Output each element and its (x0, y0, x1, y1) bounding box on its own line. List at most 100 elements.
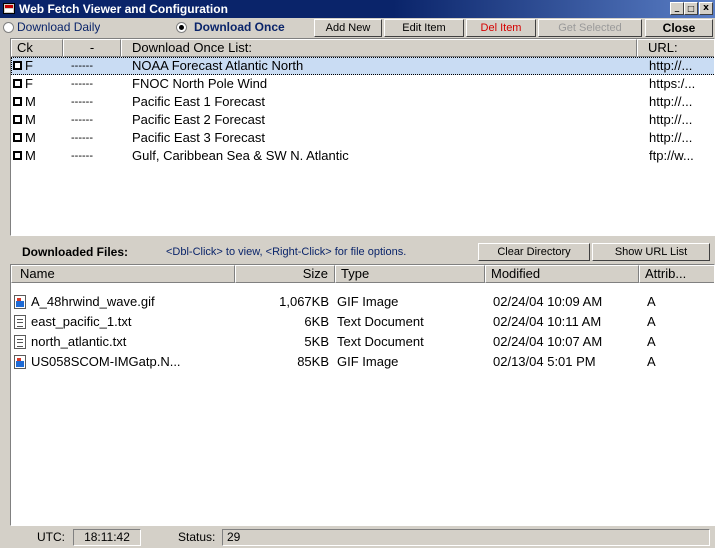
list-item-dash: ------ (71, 114, 93, 126)
col-header-url[interactable]: URL: (637, 39, 714, 57)
table-row[interactable]: A_48hrwind_wave.gif 1,067KB GIF Image 02/24… (11, 293, 714, 311)
status-label: Status: (178, 530, 216, 544)
app-icon (3, 3, 15, 14)
list-item-dash: ------ (71, 96, 93, 108)
utc-label: UTC: (37, 530, 65, 544)
file-size: 1,067KB (279, 294, 329, 309)
file-type: GIF Image (337, 354, 399, 369)
col-header-dash[interactable]: - (63, 39, 121, 57)
del-item-button[interactable]: Del Item (466, 19, 536, 37)
clear-directory-button[interactable]: Clear Directory (478, 243, 590, 261)
file-type: GIF Image (337, 294, 399, 309)
list-item[interactable]: M ------ Pacific East 3 Forecast http://... (11, 129, 714, 147)
gif-image-icon (14, 355, 26, 369)
downloaded-files-label: Downloaded Files: (22, 245, 129, 259)
list-item-name: Pacific East 3 Forecast (132, 130, 265, 145)
main-window: Web Fetch Viewer and Configuration _ □ x… (0, 0, 715, 548)
show-url-list-button[interactable]: Show URL List (592, 243, 710, 261)
col-header-attrib[interactable]: Attrib... (639, 265, 714, 283)
list-item-name: Pacific East 1 Forecast (132, 94, 265, 109)
file-size: 85KB (297, 354, 329, 369)
list-item-name: Pacific East 2 Forecast (132, 112, 265, 127)
list-item-name: Gulf, Caribbean Sea & SW N. Atlantic (132, 148, 349, 163)
list-item-url: http://... (649, 58, 693, 73)
list-item-url: http://... (649, 112, 693, 127)
add-new-button[interactable]: Add New (314, 19, 382, 37)
list-item[interactable]: M ------ Pacific East 1 Forecast http://... (11, 93, 714, 111)
edit-item-button[interactable]: Edit Item (384, 19, 464, 37)
checkbox[interactable] (13, 115, 22, 124)
download-once-list[interactable]: Ck - Download Once List: URL: F ------ NOA… (10, 38, 715, 236)
file-modified: 02/13/04 5:01 PM (493, 354, 596, 369)
file-attrib: A (647, 334, 656, 349)
download-daily-radio[interactable] (3, 22, 14, 33)
file-name: A_48hrwind_wave.gif (31, 294, 155, 309)
table-row[interactable]: US058SCOM-IMGatp.N... 85KB GIF Image 02/13/… (11, 353, 714, 371)
file-attrib: A (647, 294, 656, 309)
list-item-url: ftp://w... (649, 148, 694, 163)
file-type: Text Document (337, 314, 424, 329)
gif-image-icon (14, 295, 26, 309)
list-item-ck: F (25, 58, 33, 73)
file-size: 6KB (304, 314, 329, 329)
col-header-size[interactable]: Size (235, 265, 335, 283)
list-item-dash: ------ (71, 132, 93, 144)
table-row[interactable]: east_pacific_1.txt 6KB Text Document 02/24/… (11, 313, 714, 331)
close-window-button[interactable]: x (699, 2, 713, 15)
get-selected-button[interactable]: Get Selected (538, 19, 642, 37)
status-bar: UTC: 18:11:42 Status: 29 (0, 526, 715, 548)
downloaded-files-list[interactable]: Name Size Type Modified Attrib... A_48hr… (10, 264, 715, 526)
list-item-ck: F (25, 76, 33, 91)
list-item-dash: ------ (71, 78, 93, 90)
text-document-icon (14, 315, 26, 329)
list-item-url: http://... (649, 130, 693, 145)
file-attrib: A (647, 354, 656, 369)
list-item-ck: M (25, 148, 36, 163)
file-modified: 02/24/04 10:07 AM (493, 334, 603, 349)
list-item-url: http://... (649, 94, 693, 109)
status-value: 29 (222, 529, 710, 546)
file-attrib: A (647, 314, 656, 329)
list-item[interactable]: F ------ NOAA Forecast Atlantic North http:… (11, 57, 714, 75)
title-bar[interactable]: Web Fetch Viewer and Configuration _ □ x (0, 0, 715, 18)
checkbox[interactable] (13, 151, 22, 160)
window-title: Web Fetch Viewer and Configuration (19, 2, 228, 16)
list-item-dash: ------ (71, 150, 93, 162)
checkbox[interactable] (13, 79, 22, 88)
file-name: east_pacific_1.txt (31, 314, 132, 329)
list-item-name: NOAA Forecast Atlantic North (132, 58, 304, 73)
download-once-label[interactable]: Download Once (194, 19, 285, 36)
checkbox[interactable] (13, 61, 22, 70)
col-header-ck[interactable]: Ck (11, 39, 63, 57)
table-row[interactable]: north_atlantic.txt 5KB Text Document 02/24/… (11, 333, 714, 351)
download-once-radio[interactable] (176, 22, 187, 33)
file-modified: 02/24/04 10:09 AM (493, 294, 603, 309)
list-item[interactable]: F ------ FNOC North Pole Wind https:/... (11, 75, 714, 93)
col-header-file-name[interactable]: Name (11, 265, 235, 283)
close-button[interactable]: Close (645, 19, 713, 37)
minimize-button[interactable]: _ (670, 2, 684, 15)
checkbox[interactable] (13, 97, 22, 106)
file-name: north_atlantic.txt (31, 334, 127, 349)
list-item[interactable]: M ------ Pacific East 2 Forecast http://... (11, 111, 714, 129)
checkbox[interactable] (13, 133, 22, 142)
list-item-ck: M (25, 94, 36, 109)
downloaded-files-hint: <Dbl-Click> to view, <Right-Click> for f… (166, 246, 407, 258)
utc-value: 18:11:42 (73, 529, 141, 546)
col-header-name[interactable]: Download Once List: (121, 39, 637, 57)
list-item-ck: M (25, 130, 36, 145)
col-header-type[interactable]: Type (335, 265, 485, 283)
file-modified: 02/24/04 10:11 AM (493, 314, 602, 329)
file-name: US058SCOM-IMGatp.N... (31, 354, 181, 369)
text-document-icon (14, 335, 26, 349)
download-daily-label[interactable]: Download Daily (17, 19, 100, 36)
file-size: 5KB (304, 334, 329, 349)
list-item-url: https:/... (649, 76, 696, 91)
col-header-modified[interactable]: Modified (485, 265, 639, 283)
list-item-ck: M (25, 112, 36, 127)
list-item[interactable]: M ------ Gulf, Caribbean Sea & SW N. Atlan… (11, 147, 714, 165)
list-item-dash: ------ (71, 60, 93, 72)
maximize-button[interactable]: □ (684, 2, 698, 15)
file-type: Text Document (337, 334, 424, 349)
list-item-name: FNOC North Pole Wind (132, 76, 268, 91)
